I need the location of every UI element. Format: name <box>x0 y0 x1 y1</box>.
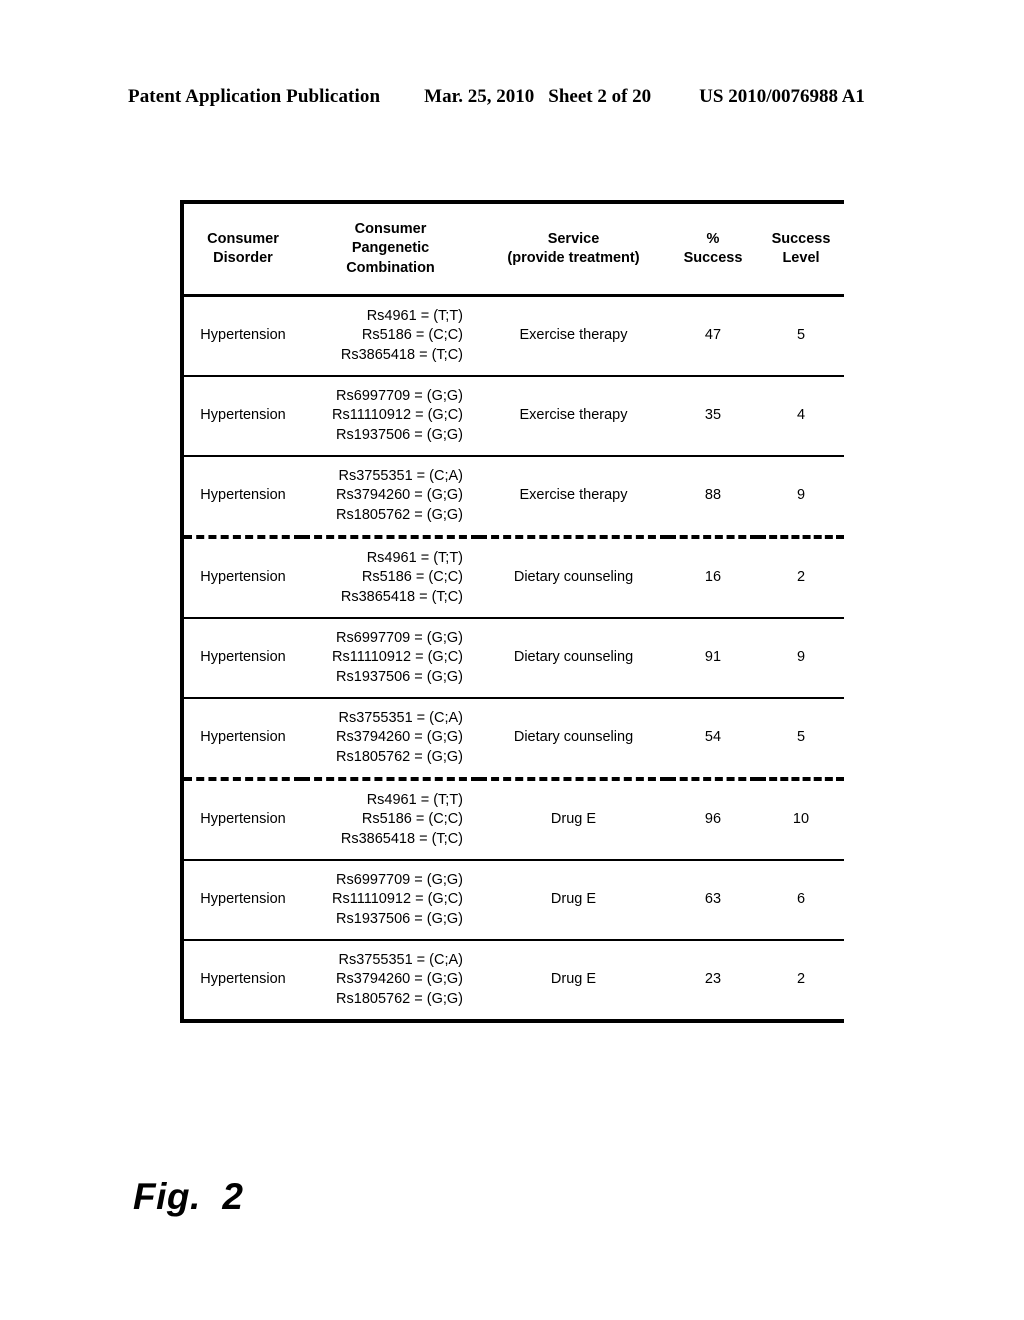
cell-success-level: 2 <box>758 939 844 1019</box>
cell-consumer-disorder: Hypertension <box>184 939 302 1019</box>
table-row: Hypertension Rs4961 = (T;T) Rs5186 = (C;C… <box>184 295 844 376</box>
cell-percent-success: 63 <box>668 859 758 940</box>
pangenetic-treatment-table: Consumer Disorder Consumer Pangenetic Co… <box>184 204 844 1019</box>
column-header-service: Service (provide treatment) <box>479 204 668 297</box>
column-header-pangenetic-combination: Consumer Pangenetic Combination <box>302 204 479 297</box>
column-header-percent-success: % Success <box>668 204 758 297</box>
cell-percent-success: 96 <box>668 777 758 860</box>
cell-pangenetic-combination: Rs4961 = (T;T) Rs5186 = (C;C) Rs3865418 … <box>302 535 479 618</box>
cell-pangenetic-combination: Rs3755351 = (C;A) Rs3794260 = (G;G) Rs18… <box>302 939 479 1019</box>
table-row: Hypertension Rs4961 = (T;T) Rs5186 = (C;C… <box>184 535 844 618</box>
cell-success-level: 5 <box>758 295 844 376</box>
cell-percent-success: 88 <box>668 455 758 537</box>
cell-percent-success: 47 <box>668 295 758 376</box>
sheet-number: Sheet 2 of 20 <box>548 86 652 107</box>
cell-pangenetic-combination: Rs3755351 = (C;A) Rs3794260 = (G;G) Rs18… <box>302 455 479 537</box>
cell-percent-success: 35 <box>668 375 758 456</box>
cell-service: Drug E <box>479 939 668 1019</box>
table-head: Consumer Disorder Consumer Pangenetic Co… <box>184 204 844 297</box>
cell-service: Exercise therapy <box>479 375 668 456</box>
table-row: Hypertension Rs3755351 = (C;A) Rs3794260 … <box>184 939 844 1019</box>
cell-service: Drug E <box>479 859 668 940</box>
cell-consumer-disorder: Hypertension <box>184 697 302 779</box>
table-row: Hypertension Rs3755351 = (C;A) Rs3794260 … <box>184 455 844 537</box>
cell-percent-success: 54 <box>668 697 758 779</box>
cell-pangenetic-combination: Rs3755351 = (C;A) Rs3794260 = (G;G) Rs18… <box>302 697 479 779</box>
column-header-consumer-disorder: Consumer Disorder <box>184 204 302 297</box>
publication-label: Patent Application Publication <box>128 86 381 107</box>
cell-success-level: 9 <box>758 617 844 698</box>
cell-service: Dietary counseling <box>479 697 668 779</box>
cell-success-level: 9 <box>758 455 844 537</box>
cell-service: Dietary counseling <box>479 617 668 698</box>
cell-success-level: 10 <box>758 777 844 860</box>
cell-pangenetic-combination: Rs6997709 = (G;G) Rs11110912 = (G;C) Rs1… <box>302 859 479 940</box>
cell-pangenetic-combination: Rs4961 = (T;T) Rs5186 = (C;C) Rs3865418 … <box>302 777 479 860</box>
cell-success-level: 2 <box>758 535 844 618</box>
table-row: Hypertension Rs6997709 = (G;G) Rs11110912… <box>184 859 844 940</box>
cell-percent-success: 16 <box>668 535 758 618</box>
cell-consumer-disorder: Hypertension <box>184 375 302 456</box>
cell-pangenetic-combination: Rs4961 = (T;T) Rs5186 = (C;C) Rs3865418 … <box>302 295 479 376</box>
cell-service: Exercise therapy <box>479 455 668 537</box>
table-row: Hypertension Rs6997709 = (G;G) Rs11110912… <box>184 617 844 698</box>
page-header: Patent Application Publication Mar. 25, … <box>128 86 896 108</box>
cell-success-level: 6 <box>758 859 844 940</box>
figure-table-container: Consumer Disorder Consumer Pangenetic Co… <box>180 200 844 1023</box>
cell-pangenetic-combination: Rs6997709 = (G;G) Rs11110912 = (G;C) Rs1… <box>302 375 479 456</box>
patent-number: US 2010/0076988 A1 <box>699 86 865 107</box>
column-header-success-level: Success Level <box>758 204 844 297</box>
cell-percent-success: 91 <box>668 617 758 698</box>
cell-success-level: 5 <box>758 697 844 779</box>
table-header-row: Consumer Disorder Consumer Pangenetic Co… <box>184 204 844 297</box>
cell-pangenetic-combination: Rs6997709 = (G;G) Rs11110912 = (G;C) Rs1… <box>302 617 479 698</box>
cell-consumer-disorder: Hypertension <box>184 535 302 618</box>
cell-consumer-disorder: Hypertension <box>184 617 302 698</box>
cell-service: Drug E <box>479 777 668 860</box>
cell-service: Exercise therapy <box>479 295 668 376</box>
table-row: Hypertension Rs3755351 = (C;A) Rs3794260 … <box>184 697 844 779</box>
cell-success-level: 4 <box>758 375 844 456</box>
table-body: Hypertension Rs4961 = (T;T) Rs5186 = (C;C… <box>184 295 844 1019</box>
cell-consumer-disorder: Hypertension <box>184 859 302 940</box>
publication-date: Mar. 25, 2010 <box>424 86 535 107</box>
cell-consumer-disorder: Hypertension <box>184 295 302 376</box>
figure-caption: Fig. 2 <box>133 1176 244 1217</box>
cell-service: Dietary counseling <box>479 535 668 618</box>
table-row: Hypertension Rs4961 = (T;T) Rs5186 = (C;C… <box>184 777 844 860</box>
cell-consumer-disorder: Hypertension <box>184 455 302 537</box>
cell-percent-success: 23 <box>668 939 758 1019</box>
table-row: Hypertension Rs6997709 = (G;G) Rs11110912… <box>184 375 844 456</box>
cell-consumer-disorder: Hypertension <box>184 777 302 860</box>
